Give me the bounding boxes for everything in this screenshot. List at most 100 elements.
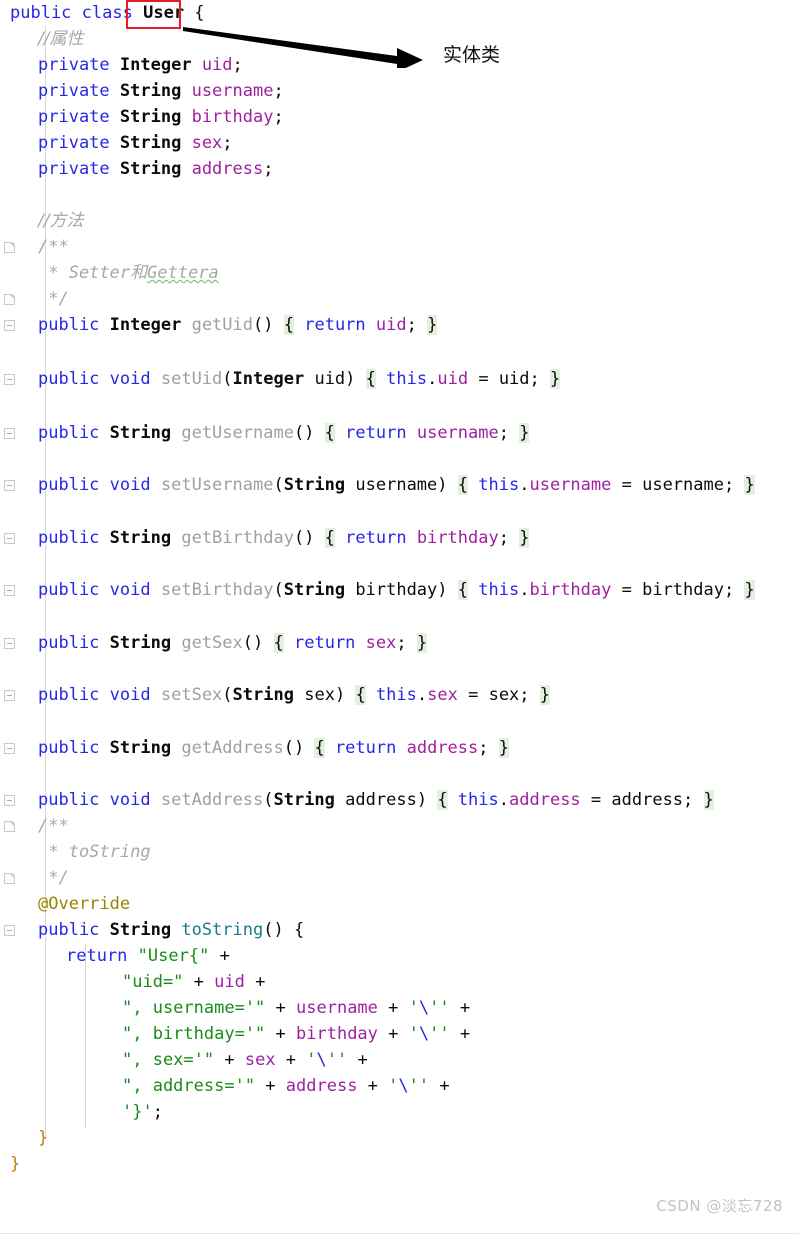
code-token: = [611,580,643,600]
code-line[interactable]: "uid=" + uid + [0,969,799,995]
code-line[interactable]: private String address; [0,156,799,182]
code-token: public [38,475,100,495]
code-token: + [449,1024,471,1044]
code-token: username [355,475,438,495]
code-token: getSex [181,633,243,653]
code-line[interactable]: public String getAddress() { return addr… [0,735,799,761]
code-line[interactable] [0,498,799,524]
code-token: "uid=" [122,972,184,992]
code-line[interactable]: ", username='" + username + '\'' + [0,995,799,1021]
code-line[interactable]: private String birthday; [0,104,799,130]
code-token: username [416,423,499,443]
code-token: private [38,107,110,127]
code-line[interactable]: public void setBirthday(String birthday)… [0,577,799,603]
code-token: setAddress [160,790,264,810]
code-token: String [109,528,172,548]
code-token: + [429,1076,450,1096]
code-token: this [478,580,520,600]
code-token: public [38,920,100,940]
code-line[interactable]: '}'; [0,1099,799,1125]
code-line[interactable] [0,656,799,682]
code-token: uid [498,369,530,389]
code-token: . [416,685,428,705]
code-token: { [324,423,335,443]
code-token: } [744,475,755,495]
code-line[interactable]: public void setSex(String sex) { this.se… [0,682,799,708]
code-token: setBirthday [160,580,274,600]
code-line[interactable]: private String username; [0,78,799,104]
code-line[interactable]: @Override [0,891,799,917]
code-line[interactable]: } [0,1125,799,1151]
code-token: String [283,580,346,600]
code-token: birthday [191,107,274,127]
code-token: private [38,159,110,179]
code-line[interactable] [0,551,799,577]
code-token: uid [375,315,407,335]
code-token: String [283,475,346,495]
code-token: } [519,528,530,548]
code-token: this [375,685,417,705]
callout-label: 实体类 [443,44,501,66]
code-line[interactable]: } [0,1151,799,1177]
code-line[interactable]: /** [0,813,799,839]
code-token: getAddress [181,738,284,758]
code-token: ; [723,580,735,600]
code-token: private [38,81,110,101]
code-token: birthday [529,580,612,600]
code-line[interactable]: */ [0,286,799,312]
code-line[interactable]: public void setUid(Integer uid) { this.u… [0,366,799,392]
code-line[interactable]: private String sex; [0,130,799,156]
code-token: ; [263,159,274,179]
code-line[interactable] [0,182,799,208]
code-token: public [38,580,100,600]
code-line[interactable]: public void setUsername(String username)… [0,472,799,498]
code-token: ; [273,107,284,127]
code-token: sex [191,133,223,153]
code-token: + [265,1024,297,1044]
code-token: address [191,159,264,179]
code-token: \ [418,1024,430,1044]
code-token: + [244,972,266,992]
code-line[interactable]: ", sex='" + sex + '\'' + [0,1047,799,1073]
code-line[interactable]: * Setter和Gettera [0,260,799,286]
code-token: } [10,1154,21,1174]
code-line[interactable]: //方法 [0,208,799,234]
code-line[interactable] [0,708,799,734]
code-token: void [109,790,151,810]
code-line[interactable]: public String getSex() { return sex; } [0,630,799,656]
code-token: String [109,920,172,940]
code-line[interactable]: public void setAddress(String address) {… [0,787,799,813]
code-line[interactable] [0,446,799,472]
code-token: { [437,790,448,810]
code-line[interactable] [0,761,799,787]
code-line[interactable]: */ [0,865,799,891]
code-line[interactable]: * toString [0,839,799,865]
code-token: public [38,528,100,548]
code-line[interactable]: public String getUsername() { return use… [0,420,799,446]
code-token: public [38,423,100,443]
code-line[interactable]: ", address='" + address + '\'' + [0,1073,799,1099]
code-token: birthday [642,580,724,600]
code-line[interactable]: ", birthday='" + birthday + '\'' + [0,1021,799,1047]
code-line[interactable] [0,392,799,418]
code-token: getBirthday [181,528,294,548]
code-line[interactable] [0,603,799,629]
code-line[interactable]: public String toString() { [0,917,799,943]
code-line[interactable]: public Integer getUid() { return uid; } [0,312,799,338]
code-token: sex [304,685,335,705]
code-line[interactable] [0,338,799,364]
code-token: ; [396,633,407,653]
code-line[interactable]: return "User{" + [0,943,799,969]
code-line[interactable]: public String getBirthday() { return bir… [0,525,799,551]
code-line[interactable]: /** [0,234,799,260]
